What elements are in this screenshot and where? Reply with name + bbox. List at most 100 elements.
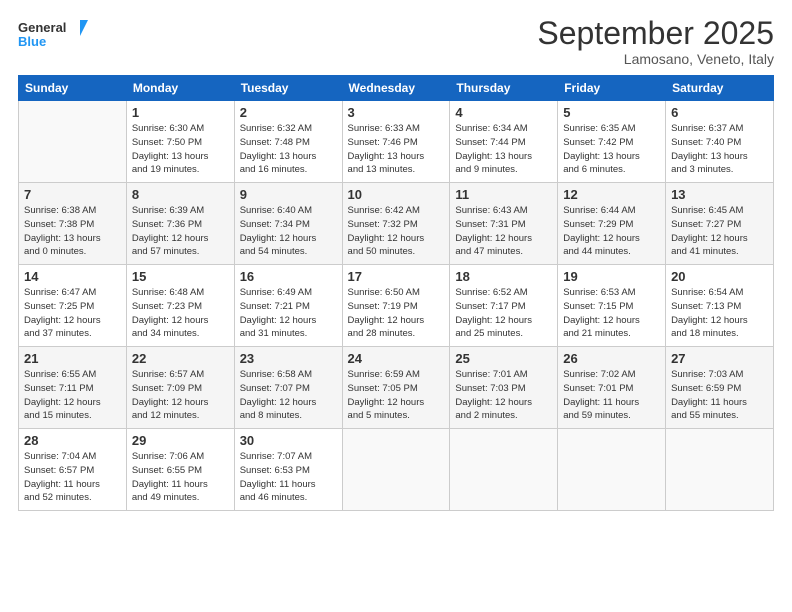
day-info: Sunrise: 6:57 AMSunset: 7:09 PMDaylight:… bbox=[132, 368, 229, 423]
day-info: Sunrise: 6:33 AMSunset: 7:46 PMDaylight:… bbox=[348, 122, 445, 177]
day-info: Sunrise: 7:01 AMSunset: 7:03 PMDaylight:… bbox=[455, 368, 552, 423]
day-number: 20 bbox=[671, 269, 768, 284]
cell-w3-d7: 20 Sunrise: 6:54 AMSunset: 7:13 PMDayligh… bbox=[666, 265, 774, 347]
day-info: Sunrise: 7:07 AMSunset: 6:53 PMDaylight:… bbox=[240, 450, 337, 505]
day-number: 16 bbox=[240, 269, 337, 284]
cell-w4-d5: 25 Sunrise: 7:01 AMSunset: 7:03 PMDayligh… bbox=[450, 347, 558, 429]
day-number: 19 bbox=[563, 269, 660, 284]
day-number: 28 bbox=[24, 433, 121, 448]
day-info: Sunrise: 6:53 AMSunset: 7:15 PMDaylight:… bbox=[563, 286, 660, 341]
day-info: Sunrise: 6:47 AMSunset: 7:25 PMDaylight:… bbox=[24, 286, 121, 341]
day-info: Sunrise: 6:43 AMSunset: 7:31 PMDaylight:… bbox=[455, 204, 552, 259]
cell-w2-d6: 12 Sunrise: 6:44 AMSunset: 7:29 PMDayligh… bbox=[558, 183, 666, 265]
cell-w1-d7: 6Sunrise: 6:37 AMSunset: 7:40 PMDaylight… bbox=[666, 101, 774, 183]
day-number: 10 bbox=[348, 187, 445, 202]
day-info: Sunrise: 6:38 AMSunset: 7:38 PMDaylight:… bbox=[24, 204, 121, 259]
day-info: Sunrise: 7:02 AMSunset: 7:01 PMDaylight:… bbox=[563, 368, 660, 423]
day-info: Sunrise: 6:49 AMSunset: 7:21 PMDaylight:… bbox=[240, 286, 337, 341]
cell-w1-d3: 2Sunrise: 6:32 AMSunset: 7:48 PMDaylight… bbox=[234, 101, 342, 183]
day-number: 27 bbox=[671, 351, 768, 366]
day-number: 4 bbox=[455, 105, 552, 120]
day-number: 22 bbox=[132, 351, 229, 366]
location: Lamosano, Veneto, Italy bbox=[537, 51, 774, 67]
day-number: 21 bbox=[24, 351, 121, 366]
day-number: 29 bbox=[132, 433, 229, 448]
day-info: Sunrise: 6:50 AMSunset: 7:19 PMDaylight:… bbox=[348, 286, 445, 341]
cell-w3-d1: 14 Sunrise: 6:47 AMSunset: 7:25 PMDayligh… bbox=[19, 265, 127, 347]
cell-w5-d6 bbox=[558, 429, 666, 511]
cell-w2-d4: 10 Sunrise: 6:42 AMSunset: 7:32 PMDayligh… bbox=[342, 183, 450, 265]
cell-w2-d1: 7 Sunrise: 6:38 AMSunset: 7:38 PMDaylight… bbox=[19, 183, 127, 265]
day-info: Sunrise: 6:55 AMSunset: 7:11 PMDaylight:… bbox=[24, 368, 121, 423]
day-info: Sunrise: 7:06 AMSunset: 6:55 PMDaylight:… bbox=[132, 450, 229, 505]
svg-text:Blue: Blue bbox=[18, 34, 46, 49]
cell-w5-d2: 29 Sunrise: 7:06 AMSunset: 6:55 PMDayligh… bbox=[126, 429, 234, 511]
cell-w1-d1 bbox=[19, 101, 127, 183]
cell-w4-d7: 27 Sunrise: 7:03 AMSunset: 6:59 PMDayligh… bbox=[666, 347, 774, 429]
day-number: 30 bbox=[240, 433, 337, 448]
cell-w2-d5: 11Sunrise: 6:43 AMSunset: 7:31 PMDayligh… bbox=[450, 183, 558, 265]
cell-w4-d1: 21 Sunrise: 6:55 AMSunset: 7:11 PMDayligh… bbox=[19, 347, 127, 429]
cell-w4-d3: 23 Sunrise: 6:58 AMSunset: 7:07 PMDayligh… bbox=[234, 347, 342, 429]
cell-w2-d7: 13Sunrise: 6:45 AMSunset: 7:27 PMDayligh… bbox=[666, 183, 774, 265]
day-info: Sunrise: 6:59 AMSunset: 7:05 PMDaylight:… bbox=[348, 368, 445, 423]
day-info: Sunrise: 6:44 AMSunset: 7:29 PMDaylight:… bbox=[563, 204, 660, 259]
day-number: 12 bbox=[563, 187, 660, 202]
day-info: Sunrise: 6:42 AMSunset: 7:32 PMDaylight:… bbox=[348, 204, 445, 259]
day-info: Sunrise: 6:58 AMSunset: 7:07 PMDaylight:… bbox=[240, 368, 337, 423]
day-number: 18 bbox=[455, 269, 552, 284]
day-info: Sunrise: 6:30 AMSunset: 7:50 PMDaylight:… bbox=[132, 122, 229, 177]
cell-w3-d3: 16 Sunrise: 6:49 AMSunset: 7:21 PMDayligh… bbox=[234, 265, 342, 347]
cell-w5-d5 bbox=[450, 429, 558, 511]
cell-w5-d7 bbox=[666, 429, 774, 511]
day-info: Sunrise: 7:04 AMSunset: 6:57 PMDaylight:… bbox=[24, 450, 121, 505]
cell-w5-d4 bbox=[342, 429, 450, 511]
cell-w2-d2: 8 Sunrise: 6:39 AMSunset: 7:36 PMDaylight… bbox=[126, 183, 234, 265]
day-number: 26 bbox=[563, 351, 660, 366]
day-number: 5 bbox=[563, 105, 660, 120]
month-title: September 2025 bbox=[537, 16, 774, 51]
day-info: Sunrise: 6:54 AMSunset: 7:13 PMDaylight:… bbox=[671, 286, 768, 341]
week-row-4: 21 Sunrise: 6:55 AMSunset: 7:11 PMDayligh… bbox=[19, 347, 774, 429]
day-info: Sunrise: 6:34 AMSunset: 7:44 PMDaylight:… bbox=[455, 122, 552, 177]
day-info: Sunrise: 6:39 AMSunset: 7:36 PMDaylight:… bbox=[132, 204, 229, 259]
col-friday: Friday bbox=[558, 76, 666, 101]
col-saturday: Saturday bbox=[666, 76, 774, 101]
calendar-header-row: Sunday Monday Tuesday Wednesday Thursday… bbox=[19, 76, 774, 101]
week-row-5: 28 Sunrise: 7:04 AMSunset: 6:57 PMDayligh… bbox=[19, 429, 774, 511]
day-number: 1 bbox=[132, 105, 229, 120]
cell-w1-d4: 3Sunrise: 6:33 AMSunset: 7:46 PMDaylight… bbox=[342, 101, 450, 183]
day-number: 7 bbox=[24, 187, 121, 202]
cell-w3-d5: 18Sunrise: 6:52 AMSunset: 7:17 PMDayligh… bbox=[450, 265, 558, 347]
svg-text:General: General bbox=[18, 20, 66, 35]
cell-w3-d2: 15Sunrise: 6:48 AMSunset: 7:23 PMDayligh… bbox=[126, 265, 234, 347]
day-info: Sunrise: 7:03 AMSunset: 6:59 PMDaylight:… bbox=[671, 368, 768, 423]
day-number: 25 bbox=[455, 351, 552, 366]
day-info: Sunrise: 6:35 AMSunset: 7:42 PMDaylight:… bbox=[563, 122, 660, 177]
cell-w4-d2: 22 Sunrise: 6:57 AMSunset: 7:09 PMDayligh… bbox=[126, 347, 234, 429]
day-number: 24 bbox=[348, 351, 445, 366]
cell-w4-d6: 26 Sunrise: 7:02 AMSunset: 7:01 PMDayligh… bbox=[558, 347, 666, 429]
cell-w1-d6: 5 Sunrise: 6:35 AMSunset: 7:42 PMDaylight… bbox=[558, 101, 666, 183]
cell-w4-d4: 24 Sunrise: 6:59 AMSunset: 7:05 PMDayligh… bbox=[342, 347, 450, 429]
col-thursday: Thursday bbox=[450, 76, 558, 101]
day-number: 14 bbox=[24, 269, 121, 284]
col-sunday: Sunday bbox=[19, 76, 127, 101]
week-row-2: 7 Sunrise: 6:38 AMSunset: 7:38 PMDaylight… bbox=[19, 183, 774, 265]
cell-w1-d5: 4 Sunrise: 6:34 AMSunset: 7:44 PMDaylight… bbox=[450, 101, 558, 183]
title-block: September 2025 Lamosano, Veneto, Italy bbox=[537, 16, 774, 67]
week-row-3: 14 Sunrise: 6:47 AMSunset: 7:25 PMDayligh… bbox=[19, 265, 774, 347]
cell-w1-d2: 1 Sunrise: 6:30 AMSunset: 7:50 PMDaylight… bbox=[126, 101, 234, 183]
col-wednesday: Wednesday bbox=[342, 76, 450, 101]
day-number: 23 bbox=[240, 351, 337, 366]
day-number: 17 bbox=[348, 269, 445, 284]
day-info: Sunrise: 6:37 AMSunset: 7:40 PMDaylight:… bbox=[671, 122, 768, 177]
day-info: Sunrise: 6:40 AMSunset: 7:34 PMDaylight:… bbox=[240, 204, 337, 259]
calendar-table: Sunday Monday Tuesday Wednesday Thursday… bbox=[18, 75, 774, 511]
logo-svg: General Blue bbox=[18, 16, 88, 52]
col-monday: Monday bbox=[126, 76, 234, 101]
day-info: Sunrise: 6:32 AMSunset: 7:48 PMDaylight:… bbox=[240, 122, 337, 177]
cell-w5-d1: 28 Sunrise: 7:04 AMSunset: 6:57 PMDayligh… bbox=[19, 429, 127, 511]
day-number: 15 bbox=[132, 269, 229, 284]
day-number: 8 bbox=[132, 187, 229, 202]
